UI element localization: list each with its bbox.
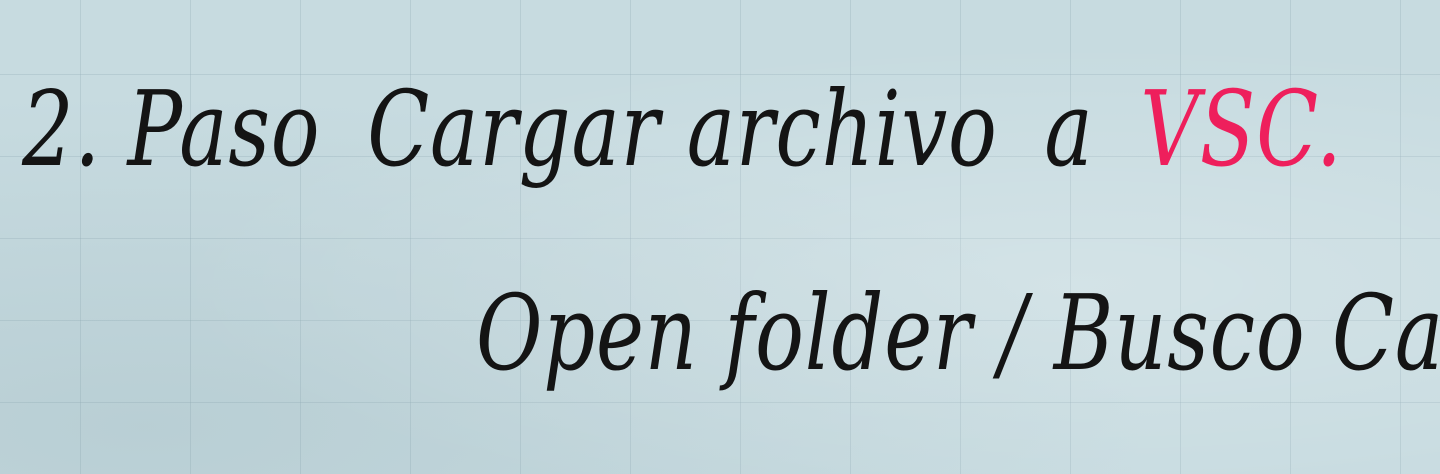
target-highlight: VSC.: [1140, 68, 1343, 190]
whiteboard: 2. Paso Cargar archivo a VSC. Open folder /…: [0, 0, 1440, 474]
step-label: 2. Paso: [22, 68, 321, 190]
preposition-text: a: [1044, 68, 1094, 190]
action-text: Cargar archivo: [367, 68, 998, 190]
handwritten-line-1: 2. Paso Cargar archivo a VSC.: [22, 64, 1343, 194]
handwritten-line-2: Open folder / Busco Carpeta: [476, 272, 1440, 394]
